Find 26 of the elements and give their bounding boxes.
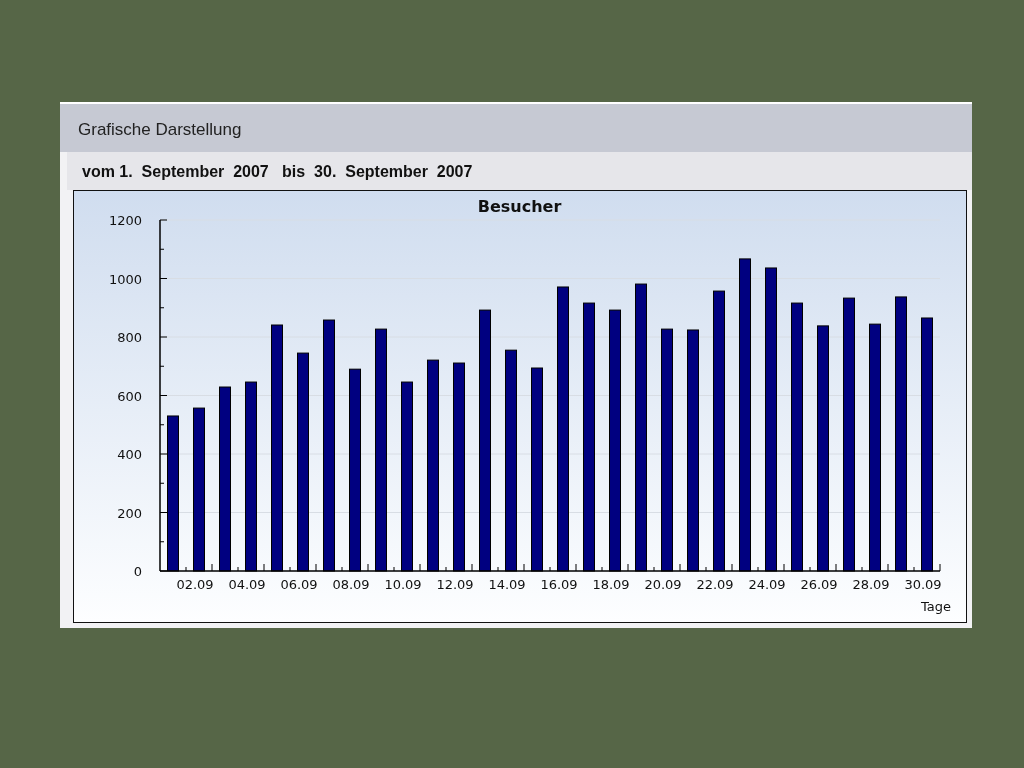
x-tick-label: 04.09	[228, 577, 266, 592]
y-tick-label: 1000	[108, 271, 142, 287]
x-tick-label: 26.09	[800, 577, 838, 592]
y-tick-label: 400	[117, 447, 142, 462]
x-tick-label: 12.09	[436, 577, 474, 592]
x-tick-label: 06.09	[280, 577, 318, 592]
x-tick-label: 14.09	[488, 577, 526, 592]
panel-title: Grafische Darstellung	[60, 104, 972, 152]
x-tick-label: 20.09	[644, 577, 682, 592]
x-axis-label: Tage	[921, 599, 951, 614]
y-tick-label: 200	[117, 505, 142, 521]
x-tick-label: 02.09	[176, 577, 214, 592]
x-tick-label: 18.09	[592, 577, 630, 592]
chart-title: Besucher	[477, 197, 562, 216]
x-tick-label: 08.09	[332, 577, 370, 592]
x-tick-label: 28.09	[852, 577, 890, 592]
y-tick-label: 1200	[108, 213, 142, 228]
y-tick-label: 600	[117, 388, 142, 404]
x-tick-label: 22.09	[696, 577, 734, 592]
y-tick-label: 0	[133, 564, 142, 579]
date-range: vom 1. September 2007 bis 30. September 2007	[67, 152, 972, 190]
x-tick-label: 24.09	[748, 577, 786, 592]
x-tick-label: 16.09	[540, 577, 578, 592]
x-tick-label: 10.09	[384, 577, 422, 592]
x-tick-label: 30.09	[904, 577, 942, 592]
y-tick-label: 800	[117, 330, 142, 345]
